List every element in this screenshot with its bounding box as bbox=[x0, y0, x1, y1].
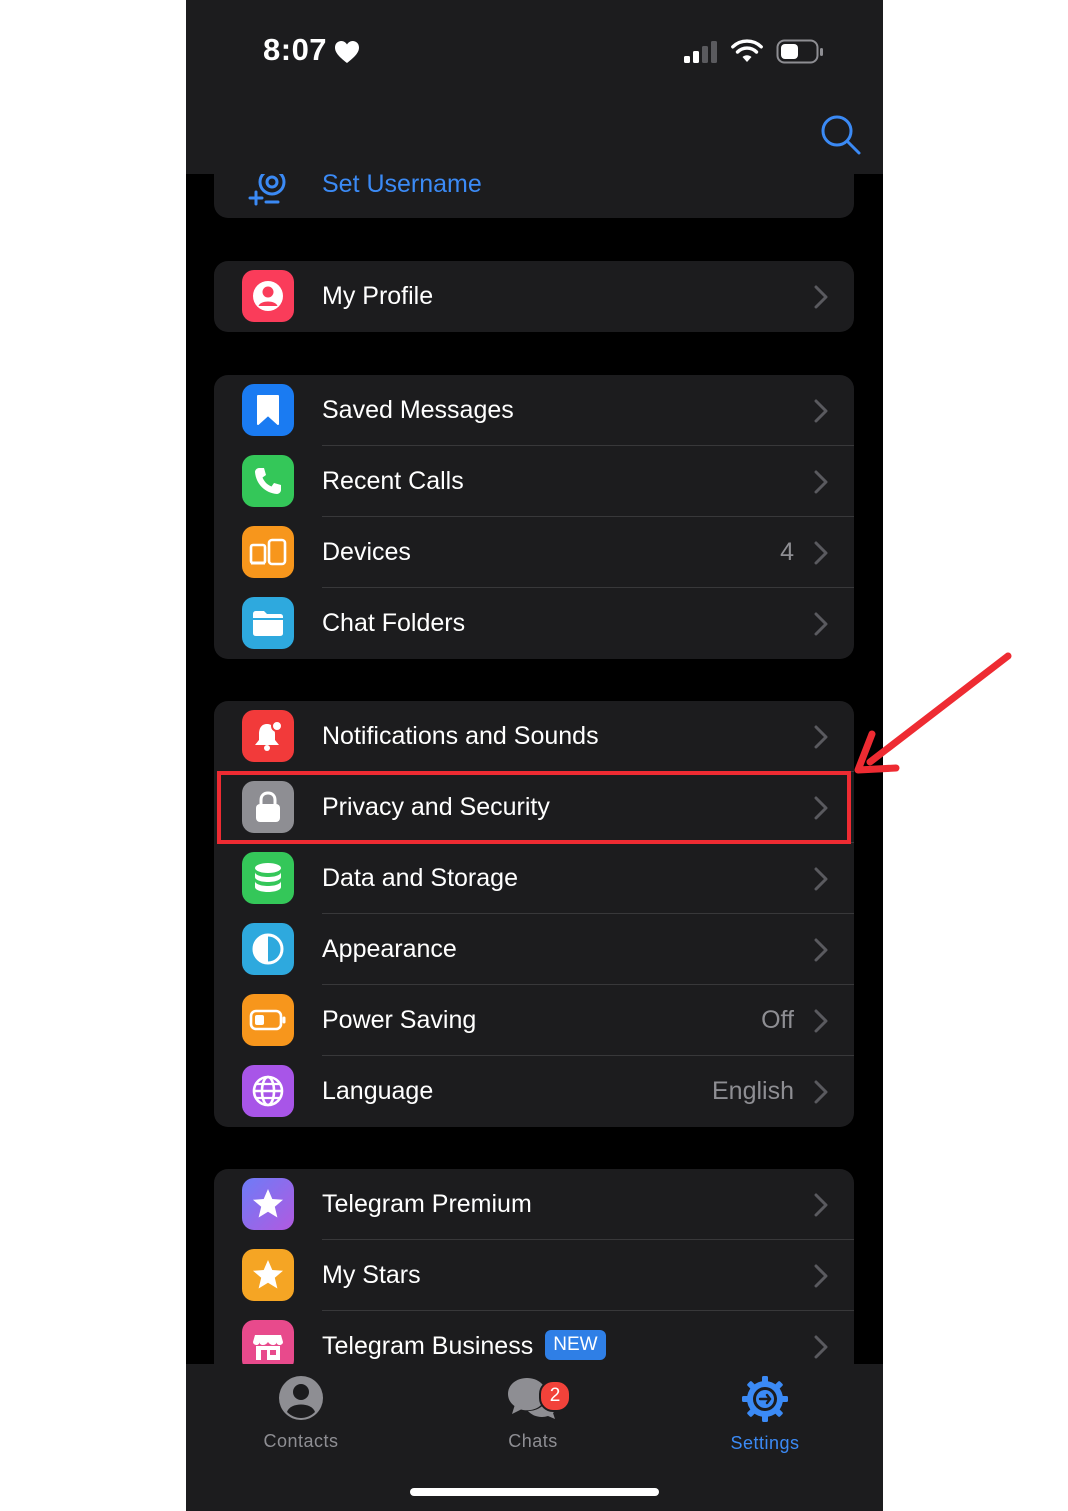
row-language[interactable]: Language English bbox=[214, 1056, 854, 1127]
half-circle-icon bbox=[242, 923, 294, 975]
premium-section: Telegram Premium My Stars Telegram Busin… bbox=[214, 1169, 854, 1382]
status-bar: 8:07 bbox=[186, 0, 883, 174]
row-label: Notifications and Sounds bbox=[322, 722, 599, 750]
search-icon[interactable] bbox=[820, 114, 862, 156]
heart-icon bbox=[335, 41, 359, 63]
star-icon bbox=[242, 1249, 294, 1301]
row-label: Data and Storage bbox=[322, 864, 518, 892]
person-icon bbox=[242, 270, 294, 322]
profile-section: My Profile bbox=[214, 261, 854, 332]
tab-chats[interactable]: 2 Chats bbox=[473, 1374, 593, 1452]
row-chat-folders[interactable]: Chat Folders bbox=[214, 588, 854, 659]
chevron-right-icon bbox=[814, 867, 828, 891]
new-badge: NEW bbox=[545, 1330, 606, 1361]
chevron-right-icon bbox=[814, 725, 828, 749]
row-label: Chat Folders bbox=[322, 609, 466, 637]
row-label-text: Telegram Business bbox=[322, 1332, 534, 1360]
annotation-arrow-icon bbox=[854, 652, 1012, 774]
database-icon bbox=[242, 852, 294, 904]
chevron-right-icon bbox=[814, 1080, 828, 1104]
row-label: Saved Messages bbox=[322, 396, 514, 424]
settings-section: Notifications and Sounds Privacy and Sec… bbox=[214, 701, 854, 1127]
chevron-right-icon bbox=[814, 285, 828, 309]
row-telegram-premium[interactable]: Telegram Premium bbox=[214, 1169, 854, 1240]
row-notifications[interactable]: Notifications and Sounds bbox=[214, 701, 854, 772]
wifi-icon bbox=[731, 39, 763, 62]
status-time: 8:07 bbox=[263, 32, 328, 67]
row-label: Privacy and Security bbox=[322, 793, 550, 821]
row-appearance[interactable]: Appearance bbox=[214, 914, 854, 985]
chevron-right-icon bbox=[814, 1335, 828, 1359]
row-label: Appearance bbox=[322, 935, 457, 963]
row-label: Telegram Premium bbox=[322, 1190, 532, 1218]
row-my-profile[interactable]: My Profile bbox=[214, 261, 854, 332]
chevron-right-icon bbox=[814, 470, 828, 494]
devices-icon bbox=[242, 526, 294, 578]
tab-label: Chats bbox=[508, 1431, 558, 1451]
chevron-right-icon bbox=[814, 1009, 828, 1033]
folder-icon bbox=[242, 597, 294, 649]
row-power-saving[interactable]: Power Saving Off bbox=[214, 985, 854, 1056]
row-label: Devices bbox=[322, 538, 411, 566]
main-section: Saved Messages Recent Calls Devices 4 Ch… bbox=[214, 375, 854, 659]
row-recent-calls[interactable]: Recent Calls bbox=[214, 446, 854, 517]
row-data-storage[interactable]: Data and Storage bbox=[214, 843, 854, 914]
chevron-right-icon bbox=[814, 541, 828, 565]
row-label: My Stars bbox=[322, 1261, 421, 1289]
battery-saver-icon bbox=[242, 994, 294, 1046]
lock-icon bbox=[242, 781, 294, 833]
bookmark-icon bbox=[242, 384, 294, 436]
row-label: Power Saving bbox=[322, 1006, 477, 1034]
globe-icon bbox=[242, 1065, 294, 1117]
chevron-right-icon bbox=[814, 938, 828, 962]
tab-label: Contacts bbox=[263, 1431, 339, 1451]
phone-icon bbox=[242, 455, 294, 507]
chevron-right-icon bbox=[814, 796, 828, 820]
home-indicator bbox=[410, 1488, 659, 1496]
row-privacy-security[interactable]: Privacy and Security bbox=[214, 772, 854, 843]
battery-icon bbox=[776, 39, 823, 64]
tab-contacts[interactable]: Contacts bbox=[241, 1374, 361, 1452]
chevron-right-icon bbox=[814, 1264, 828, 1288]
chevron-right-icon bbox=[814, 1193, 828, 1217]
premium-star-icon bbox=[242, 1178, 294, 1230]
cellular-signal-icon bbox=[684, 41, 717, 63]
row-label: Language bbox=[322, 1077, 434, 1105]
chevron-right-icon bbox=[814, 399, 828, 423]
row-my-stars[interactable]: My Stars bbox=[214, 1240, 854, 1311]
chats-unread-badge: 2 bbox=[539, 1380, 571, 1412]
row-label: Recent Calls bbox=[322, 467, 464, 495]
row-value: English bbox=[712, 1077, 794, 1105]
bell-icon bbox=[242, 710, 294, 762]
row-value: 4 bbox=[780, 538, 794, 566]
row-label: My Profile bbox=[322, 282, 434, 310]
row-value: Off bbox=[761, 1006, 794, 1034]
chevron-right-icon bbox=[814, 612, 828, 636]
row-devices[interactable]: Devices 4 bbox=[214, 517, 854, 588]
phone-screen: 8:07 Set Username My Profile Saved Messa… bbox=[186, 0, 883, 1511]
tab-settings[interactable]: Settings bbox=[705, 1374, 825, 1454]
row-saved-messages[interactable]: Saved Messages bbox=[214, 375, 854, 446]
settings-icon bbox=[742, 1376, 788, 1422]
tab-label: Settings bbox=[730, 1433, 800, 1453]
contacts-icon bbox=[279, 1376, 323, 1420]
